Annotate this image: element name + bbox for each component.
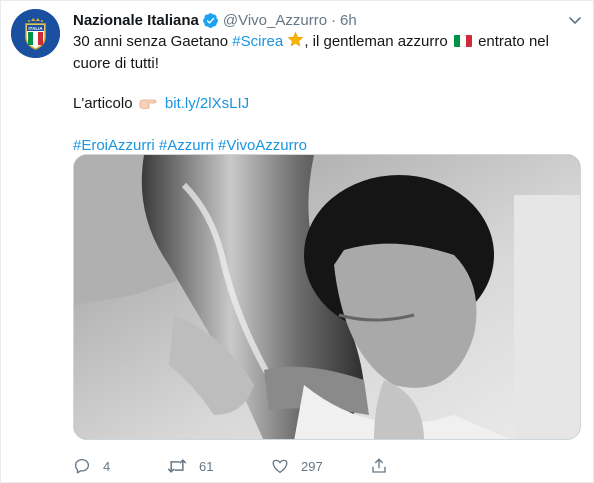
avatar[interactable]: ITALIA xyxy=(11,9,60,58)
reply-icon xyxy=(73,457,91,475)
share-icon xyxy=(370,457,388,475)
tweet-photo[interactable] xyxy=(73,154,581,440)
like-button[interactable]: 297 xyxy=(271,456,323,476)
tweet-text-middle: , il gentleman azzurro xyxy=(304,33,452,50)
share-button[interactable] xyxy=(370,456,388,476)
like-count: 297 xyxy=(301,458,323,474)
tweet-text: 30 anni senza Gaetano #Scirea , il gentl… xyxy=(73,31,578,156)
author-name[interactable]: Nazionale Italiana xyxy=(73,12,199,29)
avatar-text: ITALIA xyxy=(28,26,43,31)
tweet-header: Nazionale Italiana @Vivo_Azzurro · 6h xyxy=(73,10,357,30)
reply-button[interactable]: 4 xyxy=(73,456,110,476)
figc-logo-icon: ITALIA xyxy=(11,9,60,58)
hashtag-scirea[interactable]: #Scirea xyxy=(232,33,283,50)
chevron-down-icon[interactable] xyxy=(567,12,583,28)
article-link[interactable]: bit.ly/2lXsLIJ xyxy=(165,95,249,112)
article-label: L'articolo xyxy=(73,95,133,112)
tweet-card[interactable]: ITALIA Nazionale Italiana @Vivo_Azzurro … xyxy=(0,0,594,483)
heart-icon xyxy=(271,457,289,475)
reply-count: 4 xyxy=(103,458,111,474)
star-emoji-icon xyxy=(287,31,304,54)
author-handle[interactable]: @Vivo_Azzurro xyxy=(223,12,327,29)
separator: · xyxy=(331,11,337,29)
retweet-count: 61 xyxy=(199,458,214,474)
tweet-time[interactable]: 6h xyxy=(340,12,357,29)
retweet-button[interactable]: 61 xyxy=(167,456,213,476)
italy-flag-icon xyxy=(453,35,472,47)
hashtags-line[interactable]: #EroiAzzurri #Azzurri #VivoAzzurro xyxy=(73,137,307,154)
photo-player-kissing-trophy xyxy=(74,155,580,439)
retweet-icon xyxy=(167,457,187,475)
tweet-text-intro: 30 anni senza Gaetano xyxy=(73,33,233,50)
pointing-hand-icon xyxy=(139,94,157,116)
verified-badge-icon xyxy=(202,12,219,29)
